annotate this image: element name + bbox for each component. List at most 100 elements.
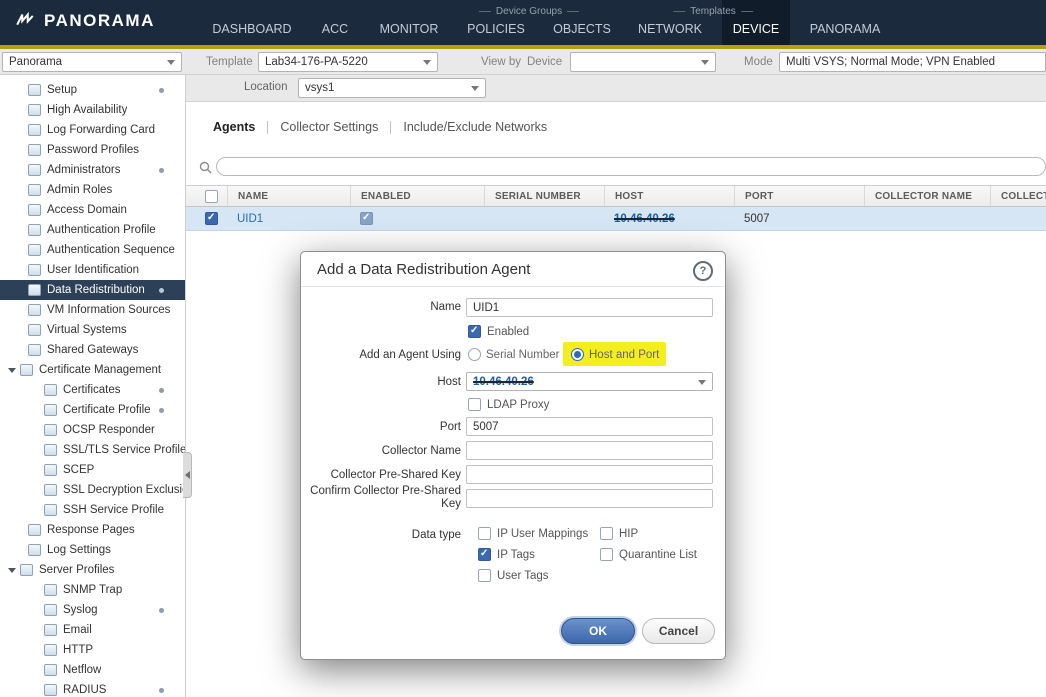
port-field[interactable]: [466, 417, 713, 436]
certificate-profile-icon: [44, 404, 57, 416]
nav-acc[interactable]: ACC: [322, 22, 348, 36]
col-port[interactable]: PORT: [734, 186, 864, 206]
sidebar-item-vm-information-sources[interactable]: VM Information Sources: [0, 300, 186, 320]
name-field[interactable]: [466, 298, 713, 317]
col-collector[interactable]: COLLECTOR: [990, 186, 1046, 206]
nav-panorama[interactable]: PANORAMA: [810, 22, 881, 36]
nav-policies[interactable]: POLICIES: [467, 22, 525, 36]
sidebar-item-radius[interactable]: RADIUS: [0, 680, 186, 697]
search-icon: [199, 161, 212, 174]
sidebar-item-label: Certificate Management: [39, 364, 161, 376]
expander-icon[interactable]: [8, 368, 16, 373]
checkbox-label: IP Tags: [497, 549, 535, 561]
sidebar-item-certificate-profile[interactable]: Certificate Profile: [0, 400, 186, 420]
agent-name-link[interactable]: UID1: [237, 213, 263, 225]
sidebar-item-certificates[interactable]: Certificates: [0, 380, 186, 400]
host-select[interactable]: 10.46.40.26: [466, 372, 713, 391]
device-select[interactable]: [570, 52, 716, 72]
expander-icon[interactable]: [8, 568, 16, 573]
sidebar-item-virtual-systems[interactable]: Virtual Systems: [0, 320, 186, 340]
sidebar-item-response-pages[interactable]: Response Pages: [0, 520, 186, 540]
col-enabled[interactable]: ENABLED: [350, 186, 484, 206]
sidebar-item-access-domain[interactable]: Access Domain: [0, 200, 186, 220]
sidebar-item-password-profiles[interactable]: Password Profiles: [0, 140, 186, 160]
sidebar-item-http[interactable]: HTTP: [0, 640, 186, 660]
sidebar-item-snmp-trap[interactable]: SNMP Trap: [0, 580, 186, 600]
checkbox-icon[interactable]: [478, 548, 491, 561]
host-and-port-radio[interactable]: [571, 348, 584, 361]
collector-name-field[interactable]: [466, 441, 713, 460]
ok-button[interactable]: OK: [561, 618, 635, 644]
tab-agents[interactable]: Agents: [213, 120, 255, 134]
nav-objects[interactable]: OBJECTS: [553, 22, 611, 36]
sidebar-item-ssh-service-profile[interactable]: SSH Service Profile: [0, 500, 186, 520]
sidebar-item-authentication-profile[interactable]: Authentication Profile: [0, 220, 186, 240]
sidebar-item-data-redistribution[interactable]: Data Redistribution: [0, 280, 186, 300]
panorama-app: PANORAMA Device Groups Templates DASHBOA…: [0, 0, 1046, 697]
enabled-cell-checkbox[interactable]: [360, 212, 373, 225]
nav-dashboard[interactable]: DASHBOARD: [212, 22, 291, 36]
sidebar-item-ocsp-responder[interactable]: OCSP Responder: [0, 420, 186, 440]
cancel-button[interactable]: Cancel: [642, 618, 715, 644]
device-label: Device: [527, 56, 562, 68]
sidebar-item-high-availability[interactable]: High Availability: [0, 100, 186, 120]
context-select[interactable]: Panorama: [2, 52, 182, 72]
sidebar-item-certificate-management[interactable]: Certificate Management: [0, 360, 186, 380]
sidebar-item-label: Email: [63, 624, 92, 636]
psk-label: Collector Pre-Shared Key: [301, 469, 461, 482]
sidebar-item-ssl-decryption-exclusion[interactable]: SSL Decryption Exclusion: [0, 480, 186, 500]
confirm-psk-field[interactable]: [466, 489, 713, 508]
col-host[interactable]: HOST: [604, 186, 734, 206]
sidebar-item-administrators[interactable]: Administrators: [0, 160, 186, 180]
sidebar-item-server-profiles[interactable]: Server Profiles: [0, 560, 186, 580]
ldap-proxy-checkbox[interactable]: [468, 398, 481, 411]
help-icon[interactable]: ?: [693, 261, 713, 281]
search-input[interactable]: [216, 157, 1046, 176]
table-row[interactable]: UID1 10.46.40.26 5007: [186, 207, 1046, 231]
select-all-checkbox[interactable]: [205, 190, 218, 203]
template-select[interactable]: Lab34-176-PA-5220: [258, 52, 438, 72]
access-domain-icon: [28, 204, 41, 216]
row-checkbox[interactable]: [205, 212, 218, 225]
sidebar-collapse-handle[interactable]: [183, 452, 192, 498]
nav-monitor[interactable]: MONITOR: [380, 22, 439, 36]
datatype-option-hip[interactable]: HIP: [600, 523, 697, 544]
checkbox-icon[interactable]: [478, 527, 491, 540]
serial-number-radio[interactable]: [468, 348, 481, 361]
sidebar-item-email[interactable]: Email: [0, 620, 186, 640]
checkbox-icon[interactable]: [600, 527, 613, 540]
sidebar-item-admin-roles[interactable]: Admin Roles: [0, 180, 186, 200]
datatype-option-ip-tags[interactable]: IP Tags: [478, 544, 600, 565]
nav-network[interactable]: NETWORK: [638, 22, 702, 36]
datatype-option-user-tags[interactable]: User Tags: [478, 565, 600, 586]
sidebar-item-log-forwarding-card[interactable]: Log Forwarding Card: [0, 120, 186, 140]
col-collector-name[interactable]: COLLECTOR NAME: [864, 186, 990, 206]
admin-roles-icon: [28, 184, 41, 196]
checkbox-icon[interactable]: [600, 548, 613, 561]
sidebar-item-scep[interactable]: SCEP: [0, 460, 186, 480]
nav-device[interactable]: DEVICE: [733, 22, 780, 36]
host-and-port-label: Host and Port: [589, 349, 659, 361]
datatype-option-ip-user-mappings[interactable]: IP User Mappings: [478, 523, 600, 544]
name-label: Name: [301, 301, 461, 314]
sidebar-item-authentication-sequence[interactable]: Authentication Sequence: [0, 240, 186, 260]
sidebar-item-syslog[interactable]: Syslog: [0, 600, 186, 620]
psk-field[interactable]: [466, 465, 713, 484]
col-serial-number[interactable]: SERIAL NUMBER: [484, 186, 604, 206]
checkbox-label: Quarantine List: [619, 549, 697, 561]
sidebar-item-log-settings[interactable]: Log Settings: [0, 540, 186, 560]
enabled-checkbox[interactable]: [468, 325, 481, 338]
sidebar-item-label: High Availability: [47, 104, 127, 116]
cell-collector-name: [864, 207, 990, 230]
tab-include-exclude-networks[interactable]: Include/Exclude Networks: [403, 120, 547, 134]
sidebar-item-netflow[interactable]: Netflow: [0, 660, 186, 680]
sidebar-item-shared-gateways[interactable]: Shared Gateways: [0, 340, 186, 360]
col-name[interactable]: NAME: [227, 186, 350, 206]
checkbox-icon[interactable]: [478, 569, 491, 582]
sidebar-item-setup[interactable]: Setup: [0, 80, 186, 100]
sidebar-item-user-identification[interactable]: User Identification: [0, 260, 186, 280]
sidebar-item-ssl-tls-service-profile[interactable]: SSL/TLS Service Profile: [0, 440, 186, 460]
datatype-option-quarantine-list[interactable]: Quarantine List: [600, 544, 697, 565]
tab-collector-settings[interactable]: Collector Settings: [280, 120, 378, 134]
location-select[interactable]: vsys1: [298, 78, 486, 98]
